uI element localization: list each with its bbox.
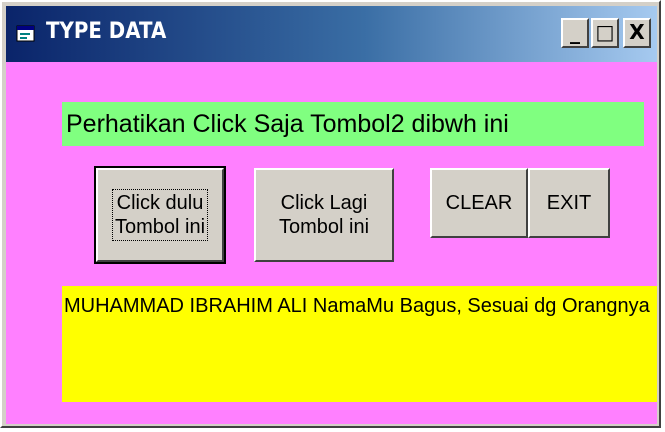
click-first-button-line1: Click dulu (116, 192, 204, 214)
instruction-label: Perhatikan Click Saja Tombol2 dibwh ini (62, 102, 644, 146)
clear-button[interactable]: CLEAR (430, 168, 528, 238)
click-first-button[interactable]: Click dulu Tombol ini (94, 166, 226, 264)
click-again-button-line1: Click Lagi (280, 192, 368, 214)
click-again-button-line2: Tombol ini (278, 216, 370, 238)
minimize-icon: _ (570, 20, 580, 44)
focus-indicator: Click dulu Tombol ini (111, 189, 209, 241)
title-bar[interactable]: TYPE DATA _ □ X (6, 6, 657, 62)
minimize-button[interactable]: _ (561, 18, 589, 48)
app-window: TYPE DATA _ □ X Perhatikan Click Saja To… (0, 0, 661, 428)
close-icon: X (629, 20, 645, 44)
app-form-icon[interactable] (14, 23, 38, 45)
window-title: TYPE DATA (46, 19, 167, 44)
close-button[interactable]: X (623, 18, 651, 48)
click-again-button[interactable]: Click Lagi Tombol ini (254, 168, 394, 262)
exit-button[interactable]: EXIT (528, 168, 610, 238)
click-first-button-line2: Tombol ini (114, 216, 206, 238)
clear-button-label: CLEAR (445, 192, 513, 214)
form-client-area: Perhatikan Click Saja Tombol2 dibwh ini … (6, 62, 657, 424)
maximize-icon: □ (595, 20, 615, 44)
exit-button-label: EXIT (546, 192, 592, 214)
output-label: MUHAMMAD IBRAHIM ALI NamaMu Bagus, Sesua… (62, 286, 657, 402)
maximize-button[interactable]: □ (591, 18, 619, 48)
